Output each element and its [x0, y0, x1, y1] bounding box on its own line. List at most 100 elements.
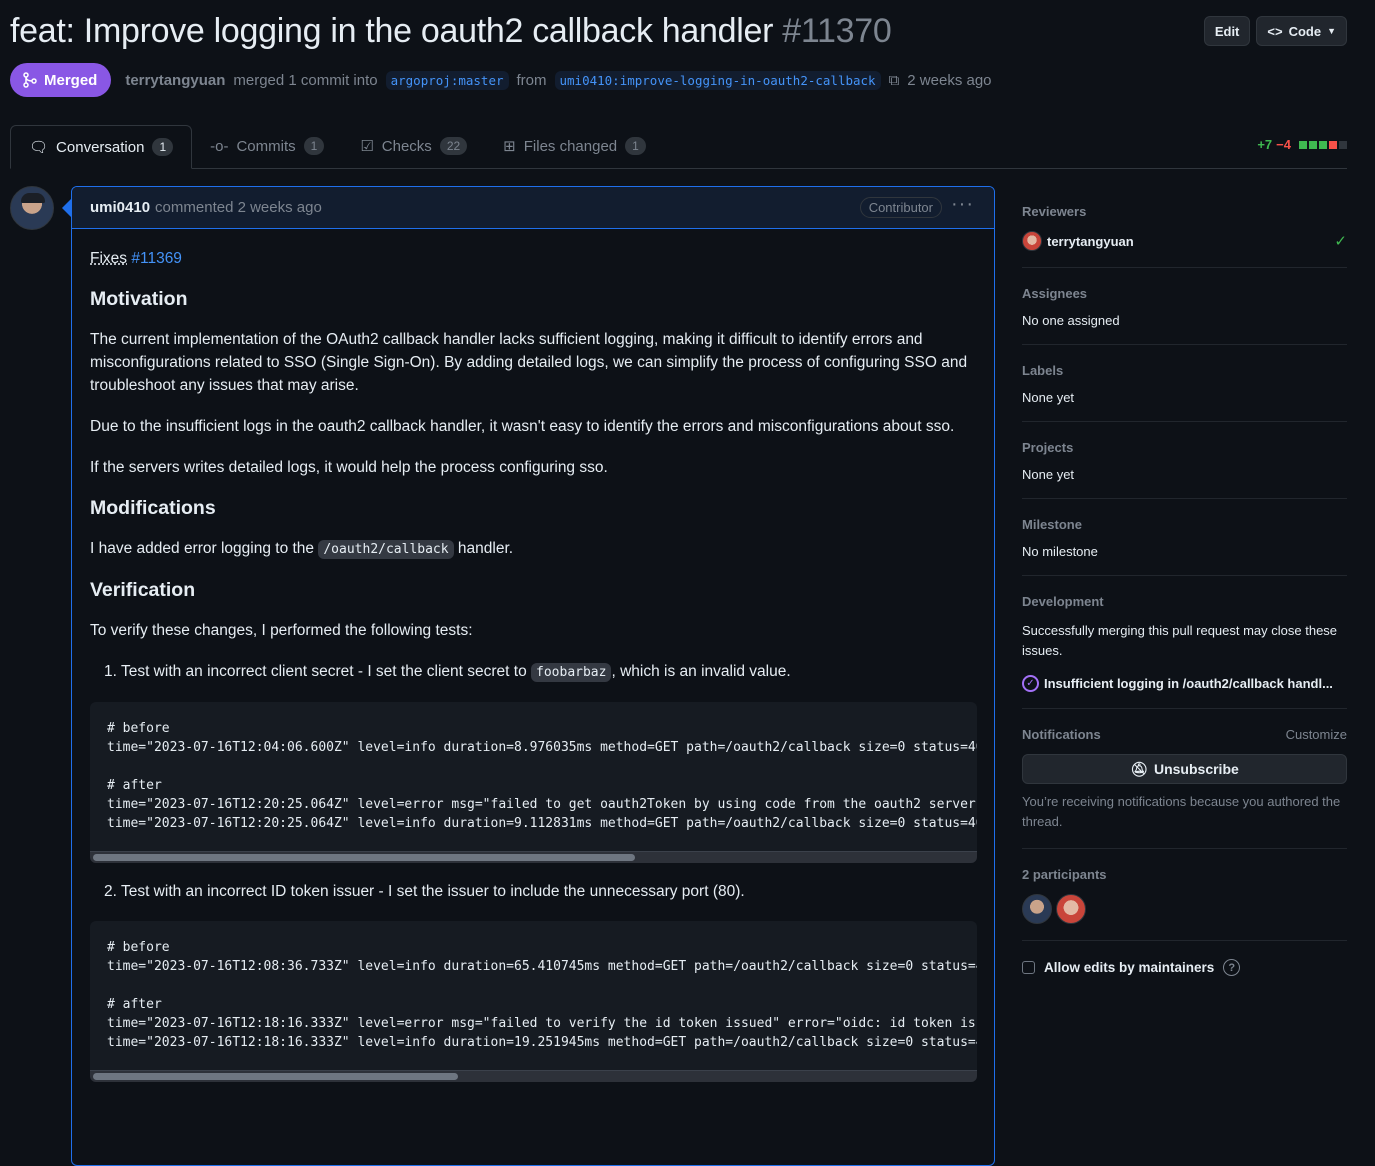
text: I have added error logging to the [90, 540, 315, 557]
base-branch[interactable]: argoproj:master [385, 70, 509, 90]
heading-modifications: Modifications [90, 497, 216, 519]
labels-value: None yet [1022, 390, 1075, 405]
code-block-content: # before time="2023-07-16T12:08:36.733Z"… [107, 940, 977, 1050]
list-item: 1. Test with an incorrect client secret … [104, 660, 977, 684]
scrollbar-thumb[interactable] [93, 1073, 458, 1080]
participants-list [1022, 894, 1347, 924]
pr-number: #11370 [782, 12, 892, 50]
projects-value: None yet [1022, 467, 1075, 482]
sidebar-labels: Labels None yet [1022, 345, 1347, 422]
comment-header: umi0410 commented 2 weeks ago Contributo… [72, 187, 994, 229]
list-item: 2. Test with an incorrect ID token issue… [104, 883, 745, 900]
allow-edits-checkbox[interactable] [1022, 961, 1035, 974]
horizontal-scrollbar[interactable] [90, 1070, 977, 1082]
issue-link[interactable]: #11369 [131, 250, 182, 267]
reviewer-name[interactable]: terrytangyuan [1047, 234, 1134, 249]
heading-motivation: Motivation [90, 288, 188, 310]
copy-icon[interactable]: ⧉ [889, 72, 900, 89]
file-diff-icon: ⊞ [503, 138, 516, 155]
allow-edits-row: Allow edits by maintainers ? [1022, 941, 1347, 976]
tab-commits[interactable]: -o- Commits 1 [192, 124, 342, 168]
edit-button[interactable]: Edit [1203, 16, 1251, 46]
paragraph: The current implementation of the OAuth2… [90, 331, 968, 394]
tab-label: Files changed [523, 137, 618, 155]
pr-title-text: feat: Improve logging in the oauth2 call… [10, 12, 774, 50]
code-block[interactable]: # before time="2023-07-16T12:08:36.733Z"… [90, 921, 977, 1082]
comment-discussion-icon: 🗨 [29, 139, 49, 156]
head-branch[interactable]: umi0410:improve-logging-in-oauth2-callba… [554, 70, 881, 90]
avatar [1022, 231, 1042, 251]
merger-link[interactable]: terrytangyuan [125, 72, 225, 89]
linked-issue-title[interactable]: Insufficient logging in /oauth2/callback… [1044, 676, 1333, 691]
sidebar-development: Development Successfully merging this pu… [1022, 576, 1347, 709]
pr-meta: Merged terrytangyuan merged 1 commit int… [10, 63, 992, 97]
sidebar-assignees: Assignees No one assigned [1022, 268, 1347, 345]
assignees-value: No one assigned [1022, 313, 1120, 328]
comment-author[interactable]: umi0410 [90, 199, 150, 216]
commit-icon: -o- [210, 137, 229, 155]
assignees-title: Assignees [1022, 286, 1088, 301]
inline-code: foobarbaz [531, 663, 612, 682]
tab-conversation[interactable]: 🗨 Conversation 1 [10, 125, 193, 169]
heading-verification: Verification [90, 579, 196, 601]
kebab-menu-icon[interactable]: ··· [951, 193, 974, 216]
reviewers-title: Reviewers [1022, 204, 1087, 219]
sidebar-section-title[interactable]: Development [1022, 594, 1347, 609]
comment-pointer [62, 199, 71, 217]
diffstat-deletions: −4 [1276, 137, 1291, 152]
merge-icon [23, 72, 37, 88]
sidebar-section-title[interactable]: Reviewers [1022, 204, 1347, 219]
comment-body: Fixes #11369 Motivation The current impl… [72, 247, 994, 1082]
sidebar-section-title[interactable]: Projects [1022, 440, 1347, 455]
tab-counter: 1 [152, 138, 174, 156]
avatar[interactable] [10, 186, 54, 230]
question-icon[interactable]: ? [1223, 959, 1241, 976]
sidebar-section-title: 2 participants [1022, 867, 1347, 882]
pr-header: feat: Improve logging in the oauth2 call… [10, 12, 1347, 58]
pr-tabs: 🗨 Conversation 1 -o- Commits 1 ☑ Checks … [10, 125, 1347, 169]
development-title: Development [1022, 594, 1104, 609]
tab-label: Commits [236, 137, 296, 155]
sidebar-reviewers: Reviewers terrytangyuan ✓ [1022, 186, 1347, 268]
contributor-badge: Contributor [859, 197, 942, 218]
scrollbar-thumb[interactable] [93, 854, 635, 861]
check-icon: ✓ [1334, 233, 1347, 250]
sidebar-section-title[interactable]: Assignees [1022, 286, 1347, 301]
comment-pointer-fill [71, 199, 72, 215]
linked-issue[interactable]: ✓ Insufficient logging in /oauth2/callba… [1022, 675, 1347, 692]
text: 1. Test with an incorrect client secret … [104, 663, 527, 680]
comment-time[interactable]: commented 2 weeks ago [155, 199, 322, 216]
sidebar-participants: 2 participants [1022, 849, 1347, 941]
text: , which is an invalid value. [611, 663, 791, 680]
code-block[interactable]: # before time="2023-07-16T12:04:06.600Z"… [90, 702, 977, 863]
unsubscribe-button[interactable]: 🔕︎ Unsubscribe [1022, 754, 1347, 784]
avatar[interactable] [1022, 894, 1052, 924]
sidebar-milestone: Milestone No milestone [1022, 499, 1347, 576]
labels-title: Labels [1022, 363, 1064, 378]
sidebar-projects: Projects None yet [1022, 422, 1347, 499]
status-badge: Merged [10, 63, 112, 97]
paragraph: Due to the insufficient logs in the oaut… [90, 418, 955, 435]
tab-label: Conversation [56, 138, 145, 156]
code-button[interactable]: <> Code ▼ [1256, 16, 1347, 46]
inline-code: /oauth2/callback [318, 540, 454, 559]
tab-files-changed[interactable]: ⊞ Files changed 1 [485, 124, 664, 168]
issue-closed-icon: ✓ [1022, 675, 1039, 692]
text: handler. [457, 540, 514, 557]
code-icon: <> [1267, 23, 1283, 39]
tab-counter: 22 [439, 137, 468, 155]
avatar[interactable] [1056, 894, 1086, 924]
caret-down-icon: ▼ [1327, 26, 1336, 36]
paragraph: I have added error logging to the /oauth… [90, 537, 977, 561]
milestone-title: Milestone [1022, 517, 1082, 532]
allow-edits-label[interactable]: Allow edits by maintainers [1044, 960, 1214, 975]
bell-slash-icon: 🔕︎ [1130, 760, 1148, 777]
customize-link[interactable]: Customize [1286, 727, 1347, 742]
sidebar-section-title[interactable]: Labels [1022, 363, 1347, 378]
diffstat: +7 −4 [1257, 137, 1347, 152]
reviewer-item[interactable]: terrytangyuan ✓ [1022, 231, 1347, 251]
sidebar-section-title[interactable]: Milestone [1022, 517, 1347, 532]
horizontal-scrollbar[interactable] [90, 851, 977, 863]
tab-counter: 1 [625, 137, 646, 155]
tab-checks[interactable]: ☑ Checks 22 [342, 124, 485, 168]
